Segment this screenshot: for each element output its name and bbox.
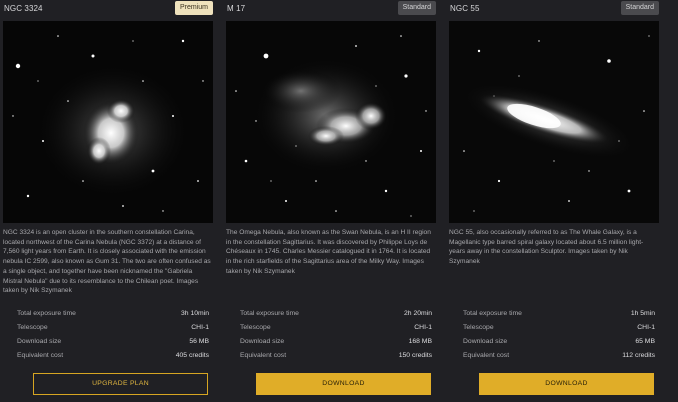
card-title: NGC 3324 xyxy=(4,4,43,13)
stat-label: Telescope xyxy=(240,324,271,331)
card-header: M 17 Standard xyxy=(226,0,436,18)
card-title: NGC 55 xyxy=(450,4,480,13)
stat-row-exposure: Total exposure time 3h 10min xyxy=(17,310,209,324)
nebula-photo-graphic xyxy=(3,21,213,223)
stat-value: 112 credits xyxy=(622,352,655,359)
stats-table: Total exposure time 3h 10min Telescope C… xyxy=(17,310,209,366)
stat-row-download-size: Download size 168 MB xyxy=(240,338,432,352)
stat-label: Equivalent cost xyxy=(240,352,287,359)
stat-row-download-size: Download size 56 MB xyxy=(17,338,209,352)
stat-label: Equivalent cost xyxy=(17,352,64,359)
card-title: M 17 xyxy=(227,4,246,13)
stat-label: Equivalent cost xyxy=(463,352,510,359)
stat-value: 168 MB xyxy=(408,338,432,345)
card-description: NGC 55, also occasionally referred to as… xyxy=(449,229,644,266)
stat-value: 150 credits xyxy=(398,352,432,359)
download-button[interactable]: DOWNLOAD xyxy=(256,373,431,395)
stat-row-cost: Equivalent cost 150 credits xyxy=(240,352,432,366)
stats-table: Total exposure time 2h 20min Telescope C… xyxy=(240,310,432,366)
stat-label: Telescope xyxy=(463,324,494,331)
stat-value: 65 MB xyxy=(635,338,655,345)
stat-label: Telescope xyxy=(17,324,48,331)
stat-value: 405 credits xyxy=(175,352,209,359)
stat-row-cost: Equivalent cost 112 credits xyxy=(463,352,655,366)
premium-badge: Premium xyxy=(174,1,213,15)
stat-label: Download size xyxy=(463,338,508,345)
stat-value: 1h 5min xyxy=(630,310,655,317)
stat-row-exposure: Total exposure time 2h 20min xyxy=(240,310,432,324)
download-button[interactable]: DOWNLOAD xyxy=(479,373,654,395)
stat-row-cost: Equivalent cost 405 credits xyxy=(17,352,209,366)
nebula-image[interactable] xyxy=(226,21,436,223)
stat-value: 2h 20min xyxy=(404,310,432,317)
galaxy-image[interactable] xyxy=(449,21,659,223)
stat-row-telescope: Telescope CHI-1 xyxy=(463,324,655,338)
product-card-ngc-3324: NGC 3324 Premium NGC 3324 is an open clu… xyxy=(3,0,213,402)
standard-badge: Standard xyxy=(397,1,436,15)
product-card-ngc-55: NGC 55 Standard NGC 55, also occasionall… xyxy=(449,0,659,402)
stat-label: Total exposure time xyxy=(17,310,76,317)
stat-label: Total exposure time xyxy=(463,310,522,317)
stat-value: CHI-1 xyxy=(191,324,209,331)
stat-value: CHI-1 xyxy=(637,324,655,331)
stats-table: Total exposure time 1h 5min Telescope CH… xyxy=(463,310,655,366)
stat-value: 3h 10min xyxy=(181,310,209,317)
stat-row-telescope: Telescope CHI-1 xyxy=(17,324,209,338)
nebula-photo-graphic xyxy=(226,21,436,223)
stat-row-download-size: Download size 65 MB xyxy=(463,338,655,352)
card-description: NGC 3324 is an open cluster in the south… xyxy=(3,229,211,295)
card-header: NGC 55 Standard xyxy=(449,0,659,18)
stat-value: 56 MB xyxy=(189,338,209,345)
stat-row-telescope: Telescope CHI-1 xyxy=(240,324,432,338)
stat-label: Total exposure time xyxy=(240,310,299,317)
stat-row-exposure: Total exposure time 1h 5min xyxy=(463,310,655,324)
stat-label: Download size xyxy=(17,338,62,345)
galaxy-photo-graphic xyxy=(449,21,659,223)
card-header: NGC 3324 Premium xyxy=(3,0,213,18)
stat-label: Download size xyxy=(240,338,285,345)
standard-badge: Standard xyxy=(620,1,659,15)
nebula-image[interactable] xyxy=(3,21,213,223)
card-description: The Omega Nebula, also known as the Swan… xyxy=(226,229,431,275)
upgrade-plan-button[interactable]: UPGRADE PLAN xyxy=(33,373,208,395)
stat-value: CHI-1 xyxy=(414,324,432,331)
product-card-m17: M 17 Standard The Omega Nebula, also kno… xyxy=(226,0,436,402)
